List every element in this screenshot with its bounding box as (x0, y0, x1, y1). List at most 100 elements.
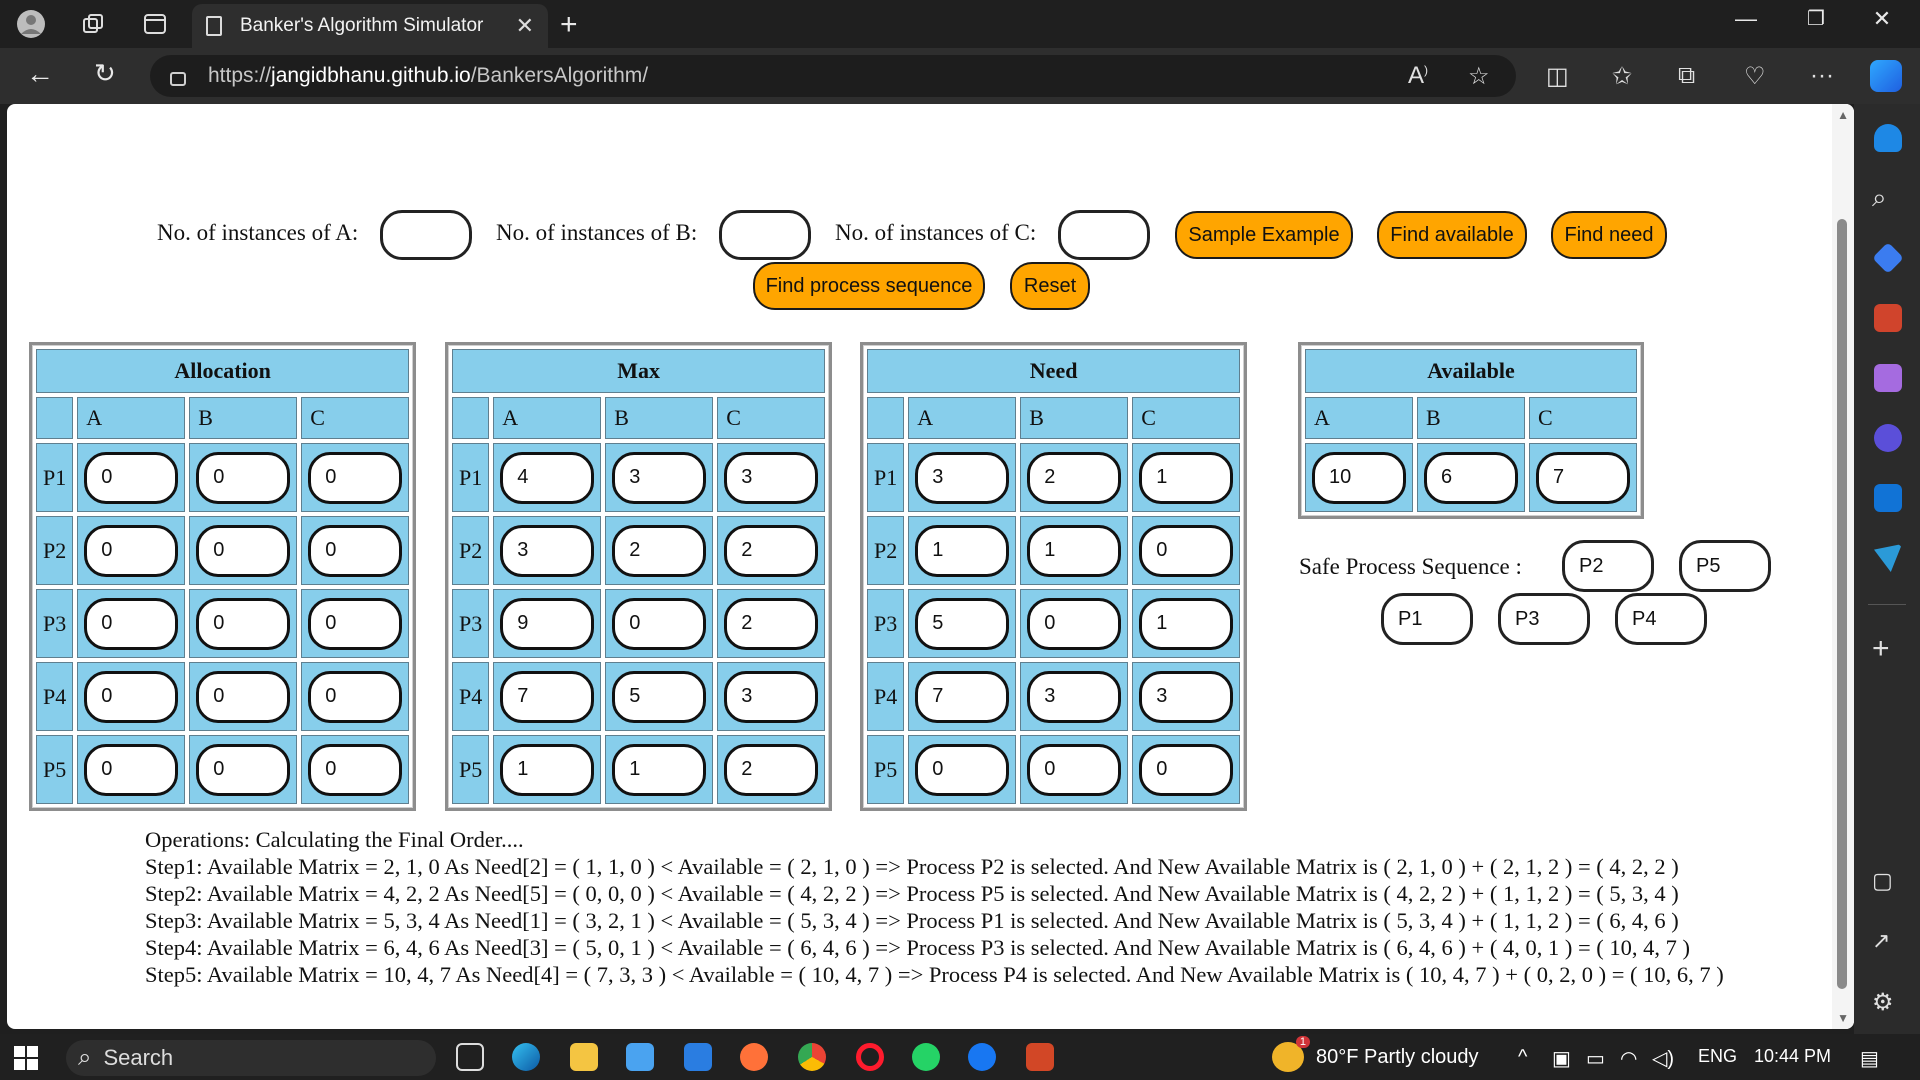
games-icon[interactable] (1874, 364, 1902, 392)
notification-bell-icon[interactable] (1874, 124, 1902, 152)
available-input[interactable]: 10 (1312, 451, 1406, 504)
max-input[interactable]: 2 (724, 743, 819, 796)
need-input[interactable]: 0 (915, 743, 1010, 796)
meet-icon[interactable]: ▣ (1552, 1046, 1571, 1071)
outlook-icon[interactable] (1874, 484, 1902, 512)
allocation-input[interactable]: 0 (196, 524, 291, 577)
refresh-icon[interactable]: ↻ (94, 58, 116, 89)
read-aloud-icon[interactable]: A) (1408, 62, 1428, 90)
allocation-input[interactable]: 0 (196, 451, 291, 504)
external-link-icon[interactable]: ↗ (1872, 928, 1890, 954)
allocation-input[interactable]: 0 (84, 451, 179, 504)
find-process-sequence-button[interactable]: Find process sequence (753, 262, 985, 310)
favorites-icon[interactable]: ✩ (1612, 62, 1632, 91)
settings-gear-icon[interactable]: ⚙ (1872, 988, 1894, 1017)
close-tab-icon[interactable]: ✕ (516, 13, 534, 39)
allocation-input[interactable]: 0 (196, 597, 291, 650)
weather-text[interactable]: 80°F Partly cloudy (1316, 1046, 1479, 1069)
whatsapp-icon[interactable] (912, 1043, 940, 1071)
minimize-icon[interactable]: — (1716, 6, 1776, 32)
chrome-icon[interactable] (798, 1043, 826, 1071)
search-sidebar-icon[interactable]: ⌕ (1872, 182, 1887, 214)
need-input[interactable]: 5 (915, 597, 1010, 650)
add-sidebar-icon[interactable]: + (1872, 632, 1890, 666)
need-input[interactable]: 2 (1027, 451, 1122, 504)
store-icon[interactable] (626, 1043, 654, 1071)
need-input[interactable]: 3 (1139, 670, 1234, 723)
language-indicator[interactable]: ENG (1698, 1046, 1737, 1067)
restore-icon[interactable]: ❐ (1786, 6, 1846, 31)
shopping-tag-icon[interactable] (1872, 242, 1904, 274)
back-icon[interactable]: ← (26, 58, 54, 90)
mail-icon[interactable] (684, 1043, 712, 1071)
need-input[interactable]: 0 (1139, 524, 1234, 577)
need-input[interactable]: 0 (1139, 743, 1234, 796)
allocation-input[interactable]: 0 (308, 524, 403, 577)
workspaces-icon[interactable] (76, 8, 110, 40)
volume-icon[interactable]: ◁) (1652, 1046, 1674, 1071)
weather-icon[interactable]: 1 (1272, 1036, 1310, 1072)
allocation-input[interactable]: 0 (308, 451, 403, 504)
need-input[interactable]: 1 (1139, 451, 1234, 504)
facebook-icon[interactable] (968, 1043, 996, 1071)
new-tab-icon[interactable]: + (560, 8, 578, 42)
allocation-input[interactable]: 0 (84, 743, 179, 796)
split-screen-icon[interactable]: ◫ (1546, 62, 1569, 91)
need-input[interactable]: 1 (915, 524, 1010, 577)
need-input[interactable]: 0 (1027, 597, 1122, 650)
allocation-input[interactable]: 0 (84, 597, 179, 650)
tools-icon[interactable] (1874, 304, 1902, 332)
max-input[interactable]: 3 (724, 451, 819, 504)
max-input[interactable]: 1 (612, 743, 707, 796)
max-input[interactable]: 2 (724, 524, 819, 577)
max-input[interactable]: 2 (612, 524, 707, 577)
allocation-input[interactable]: 0 (308, 597, 403, 650)
allocation-input[interactable]: 0 (84, 670, 179, 723)
collections-icon[interactable]: ⧉ (1678, 62, 1695, 90)
available-input[interactable]: 7 (1536, 451, 1630, 504)
close-window-icon[interactable]: ✕ (1852, 6, 1912, 32)
copilot-icon[interactable] (1870, 60, 1902, 92)
available-input[interactable]: 6 (1424, 451, 1518, 504)
find-need-button[interactable]: Find need (1551, 211, 1667, 259)
max-input[interactable]: 7 (500, 670, 595, 723)
need-input[interactable]: 1 (1139, 597, 1234, 650)
max-input[interactable]: 9 (500, 597, 595, 650)
browser-essentials-icon[interactable]: ♡ (1744, 62, 1766, 91)
find-available-button[interactable]: Find available (1377, 211, 1527, 259)
url-field[interactable]: https:// jangidbhanu.github.io /BankersA… (150, 55, 1516, 97)
max-input[interactable]: 4 (500, 451, 595, 504)
max-input[interactable]: 3 (500, 524, 595, 577)
need-input[interactable]: 1 (1027, 524, 1122, 577)
allocation-input[interactable]: 0 (308, 670, 403, 723)
file-explorer-icon[interactable] (570, 1043, 598, 1071)
instances-a-input[interactable] (380, 210, 472, 260)
tab-actions-icon[interactable] (138, 8, 172, 40)
max-input[interactable]: 5 (612, 670, 707, 723)
scroll-down-icon[interactable]: ▼ (1837, 1011, 1849, 1025)
powerpoint-icon[interactable] (1026, 1043, 1054, 1071)
clock[interactable]: 10:44 PM (1754, 1046, 1831, 1067)
max-input[interactable]: 3 (724, 670, 819, 723)
instances-b-input[interactable] (719, 210, 811, 260)
vertical-scrollbar[interactable]: ▲ ▼ (1832, 104, 1854, 1029)
notifications-icon[interactable]: ▤ (1860, 1046, 1879, 1071)
windows-start-icon[interactable] (14, 1046, 38, 1075)
max-input[interactable]: 0 (612, 597, 707, 650)
wifi-icon[interactable]: ◠ (1620, 1046, 1637, 1071)
more-menu-icon[interactable]: ··· (1810, 62, 1834, 90)
sample-example-button[interactable]: Sample Example (1175, 211, 1353, 259)
profile-icon[interactable] (14, 8, 48, 40)
scrollbar-thumb[interactable] (1837, 219, 1847, 989)
max-input[interactable]: 1 (500, 743, 595, 796)
need-input[interactable]: 3 (1027, 670, 1122, 723)
scroll-up-icon[interactable]: ▲ (1837, 108, 1849, 122)
allocation-input[interactable]: 0 (308, 743, 403, 796)
max-input[interactable]: 3 (612, 451, 707, 504)
battery-icon[interactable]: ▭ (1586, 1046, 1605, 1071)
opera-icon[interactable] (856, 1043, 884, 1071)
allocation-input[interactable]: 0 (196, 743, 291, 796)
microsoft-365-icon[interactable] (1874, 424, 1902, 452)
need-input[interactable]: 7 (915, 670, 1010, 723)
browser-tab[interactable]: Banker's Algorithm Simulator ✕ (192, 4, 548, 48)
